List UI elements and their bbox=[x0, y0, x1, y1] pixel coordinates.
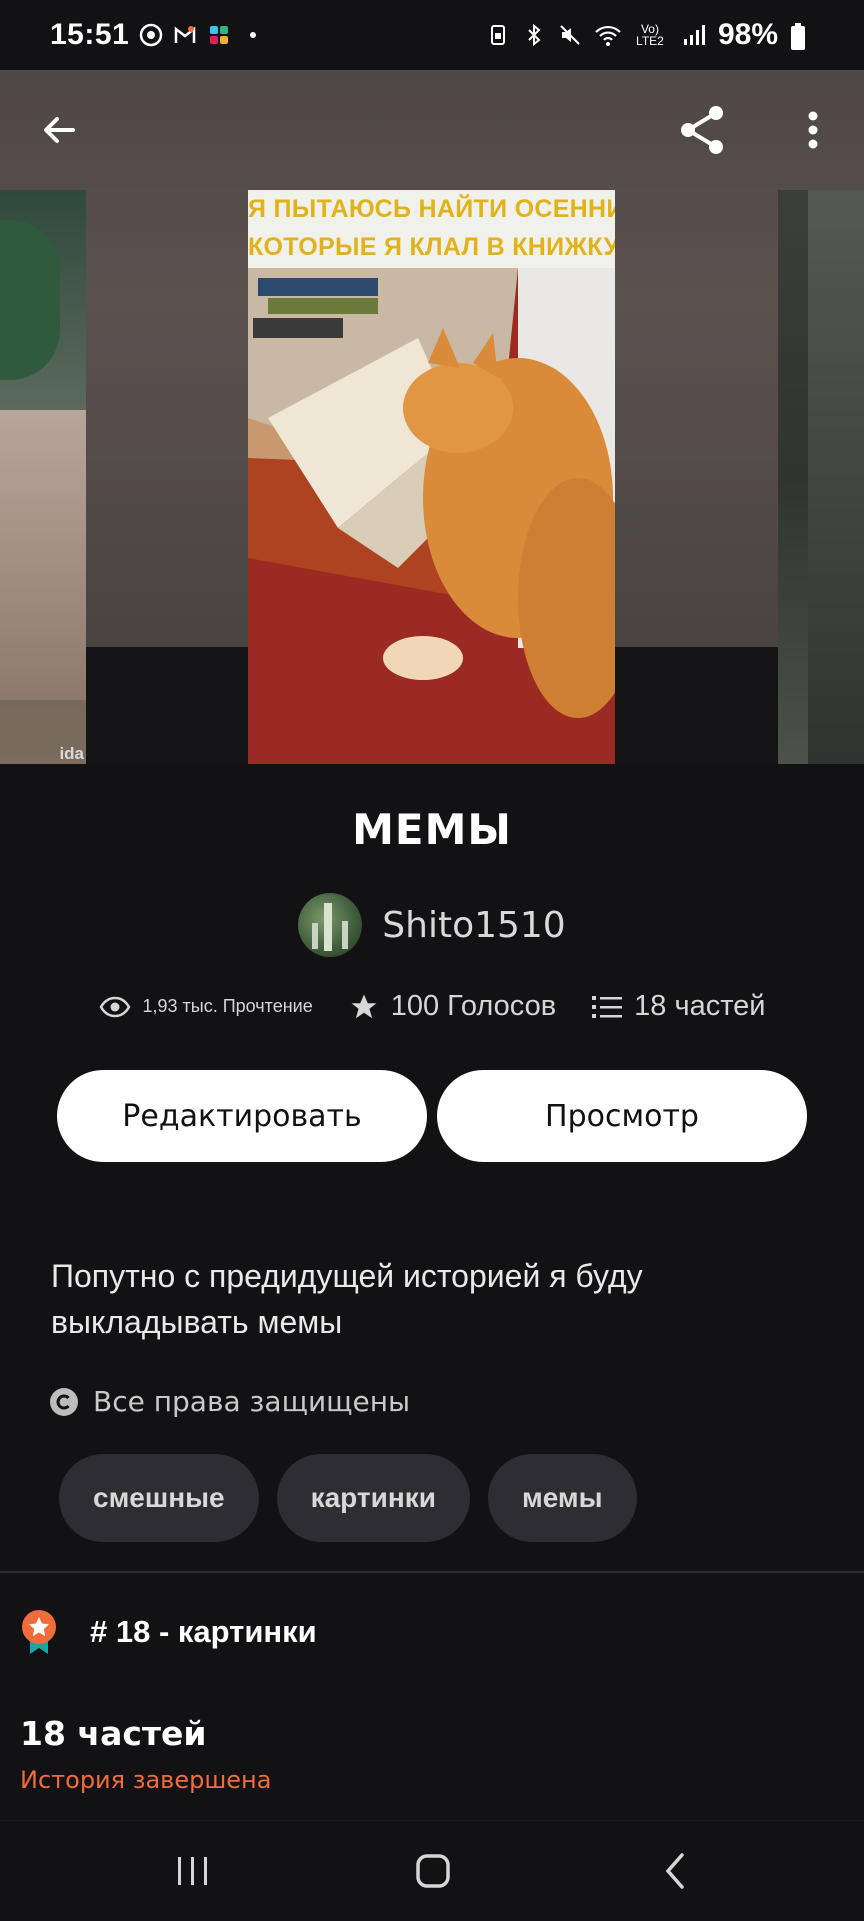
tag-chip[interactable]: смешные bbox=[59, 1454, 259, 1542]
author-name[interactable]: Shito1510 bbox=[382, 905, 565, 946]
battery-icon bbox=[790, 23, 814, 50]
mute-icon bbox=[558, 23, 582, 47]
bluetooth-icon bbox=[522, 23, 546, 47]
story-description: Попутно с предидущей историей я буду вык… bbox=[51, 1258, 643, 1340]
share-icon bbox=[681, 106, 723, 154]
network-type: Vo) LTE2 bbox=[636, 22, 664, 48]
next-cover[interactable] bbox=[778, 190, 864, 764]
reads-stat: 1,93 тыс. Прочтение bbox=[99, 996, 313, 1018]
cover-caption: Я ПЫТАЮСЬ НАЙТИ ОСЕННИЕ ЛИСТЬЯ КОТОРЫЕ Я… bbox=[248, 190, 615, 268]
cover-caption-line-1: Я ПЫТАЮСЬ НАЙТИ ОСЕННИЕ ЛИСТЬЯ bbox=[248, 195, 615, 223]
list-icon bbox=[592, 995, 623, 1018]
more-vertical-icon bbox=[808, 111, 818, 149]
recent-apps-button[interactable] bbox=[158, 1841, 228, 1901]
copyright-icon bbox=[50, 1387, 78, 1416]
copyright-text: Все права защищены bbox=[93, 1385, 411, 1418]
more-options-button[interactable] bbox=[778, 95, 848, 165]
reads-count: 1,93 тыс. Прочтение bbox=[142, 996, 313, 1016]
parts-stat: 18 частей bbox=[592, 990, 766, 1023]
star-icon bbox=[351, 994, 377, 1018]
system-nav-bar bbox=[0, 1820, 864, 1921]
previous-cover[interactable]: ida bbox=[0, 190, 86, 764]
slack-icon bbox=[207, 23, 231, 47]
home-icon bbox=[416, 1854, 450, 1888]
story-title: МЕМЫ bbox=[352, 805, 512, 854]
system-back-button[interactable] bbox=[642, 1841, 712, 1901]
avatar[interactable] bbox=[298, 893, 363, 957]
story-cover[interactable]: Я ПЫТАЮСЬ НАЙТИ ОСЕННИЕ ЛИСТЬЯ КОТОРЫЕ Я… bbox=[248, 190, 615, 764]
battery-saver-icon bbox=[486, 23, 510, 47]
gmail-icon bbox=[173, 23, 197, 47]
parts-count: 18 частей bbox=[20, 1714, 207, 1753]
chrome-icon bbox=[139, 23, 163, 47]
votes-count: 100 Голосов bbox=[390, 990, 557, 1022]
signal-icon bbox=[682, 23, 706, 47]
chevron-left-icon bbox=[665, 1853, 684, 1889]
status-bar: 15:51 Vo) LTE2 98% bbox=[0, 0, 864, 70]
author-link[interactable]: Shito1510 bbox=[0, 893, 864, 957]
home-button[interactable] bbox=[398, 1841, 468, 1901]
back-arrow-icon bbox=[44, 117, 75, 143]
eye-icon bbox=[99, 996, 130, 1017]
ranking-text[interactable]: # 18 - картинки bbox=[90, 1614, 317, 1650]
story-status: История завершена bbox=[20, 1766, 272, 1794]
view-button[interactable]: Просмотр bbox=[437, 1070, 807, 1162]
tag-chip[interactable]: мемы bbox=[487, 1454, 637, 1542]
status-time: 15:51 bbox=[50, 18, 130, 51]
copyright-line: Все права защищены bbox=[49, 1385, 410, 1418]
story-stats: 1,93 тыс. Прочтение 100 Голосов 18 часте… bbox=[0, 990, 864, 1023]
share-button[interactable] bbox=[668, 95, 738, 165]
votes-stat: 100 Голосов bbox=[349, 990, 556, 1023]
ranking-row[interactable]: # 18 - картинки bbox=[20, 1608, 317, 1656]
tag-chip[interactable]: картинки bbox=[276, 1454, 470, 1542]
more-notifications-icon bbox=[241, 23, 265, 47]
cover-watermark: ida bbox=[59, 744, 84, 763]
ranking-badge-icon bbox=[22, 1610, 56, 1654]
cover-image bbox=[248, 268, 615, 764]
battery-percent: 98% bbox=[717, 18, 778, 51]
edit-button[interactable]: Редактировать bbox=[57, 1070, 427, 1162]
recent-apps-icon bbox=[178, 1857, 207, 1885]
cover-caption-line-2: КОТОРЫЕ Я КЛАЛ В КНИЖКУ 10 ЛЕТ НАЗАД bbox=[248, 233, 615, 261]
divider bbox=[0, 1571, 864, 1573]
tag-list: смешные картинки мемы bbox=[59, 1454, 637, 1542]
back-button[interactable] bbox=[24, 95, 94, 165]
parts-count-stat: 18 частей bbox=[634, 990, 766, 1022]
wifi-icon bbox=[594, 23, 621, 47]
